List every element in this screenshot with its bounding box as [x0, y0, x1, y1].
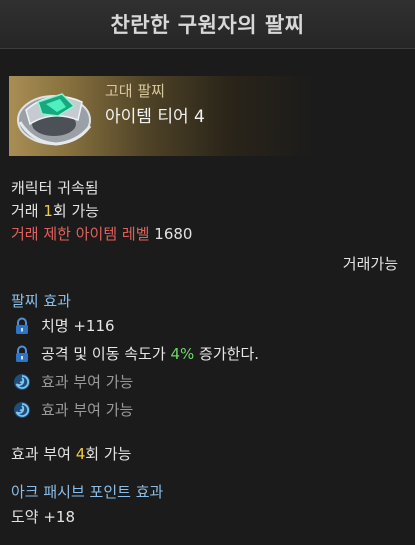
item-header: 고대 팔찌 아이템 티어 4	[9, 76, 314, 156]
ark-passive-value: 도약 +18	[11, 508, 76, 526]
tradeable-status: 거래가능	[342, 255, 398, 273]
grant-count: 효과 부여 4회 가능	[11, 443, 131, 464]
bracelet-icon	[17, 93, 92, 146]
swirl-icon	[14, 373, 30, 390]
level-limit-value: 1680	[154, 225, 193, 243]
effect-slot-text: 효과 부여 가능	[41, 373, 134, 391]
trade-count-suffix: 회 가능	[52, 202, 100, 220]
trade-count: 거래 1회 가능	[11, 200, 99, 221]
title-bar: 찬란한 구원자의 팔찌	[0, 0, 415, 49]
effect-speed-prefix: 공격 및 이동 속도가	[41, 345, 171, 363]
ark-passive-header: 아크 패시브 포인트 효과	[11, 483, 164, 501]
item-name: 찬란한 구원자의 팔찌	[110, 13, 305, 37]
effect-stat-text: 치명 +116	[41, 317, 115, 335]
effect-speed-value: 4%	[170, 344, 195, 363]
level-limit-label: 거래 제한 아이템 레벨	[11, 225, 150, 243]
binding-status: 캐릭터 귀속됨	[11, 179, 99, 197]
effect-stat-speed: 공격 및 이동 속도가 4% 증가한다.	[13, 343, 259, 364]
effect-stat-crit: 치명 +116	[13, 315, 115, 336]
item-grade: 고대 팔찌	[105, 82, 165, 100]
grant-count-value: 4	[75, 445, 86, 463]
grant-count-prefix: 효과 부여	[11, 445, 76, 463]
lock-icon	[16, 317, 28, 334]
trade-count-prefix: 거래	[11, 202, 44, 220]
item-tooltip: 찬란한 구원자의 팔찌 고대 팔찌 아이템 티어 4 캐릭터 귀속됨 거래 1회…	[0, 0, 415, 545]
swirl-icon	[14, 401, 30, 418]
lock-icon	[16, 345, 28, 362]
trade-count-value: 1	[43, 202, 53, 220]
bracelet-effects-header: 팔찌 효과	[11, 292, 71, 310]
effect-slot-2: 효과 부여 가능	[13, 399, 133, 420]
grant-count-suffix: 회 가능	[85, 445, 132, 463]
item-tier: 아이템 티어 4	[105, 107, 205, 127]
effect-slot-text: 효과 부여 가능	[41, 401, 134, 419]
effect-slot-1: 효과 부여 가능	[13, 371, 133, 392]
level-limit: 거래 제한 아이템 레벨 1680	[11, 223, 192, 244]
effect-speed-suffix: 증가한다.	[194, 345, 260, 363]
